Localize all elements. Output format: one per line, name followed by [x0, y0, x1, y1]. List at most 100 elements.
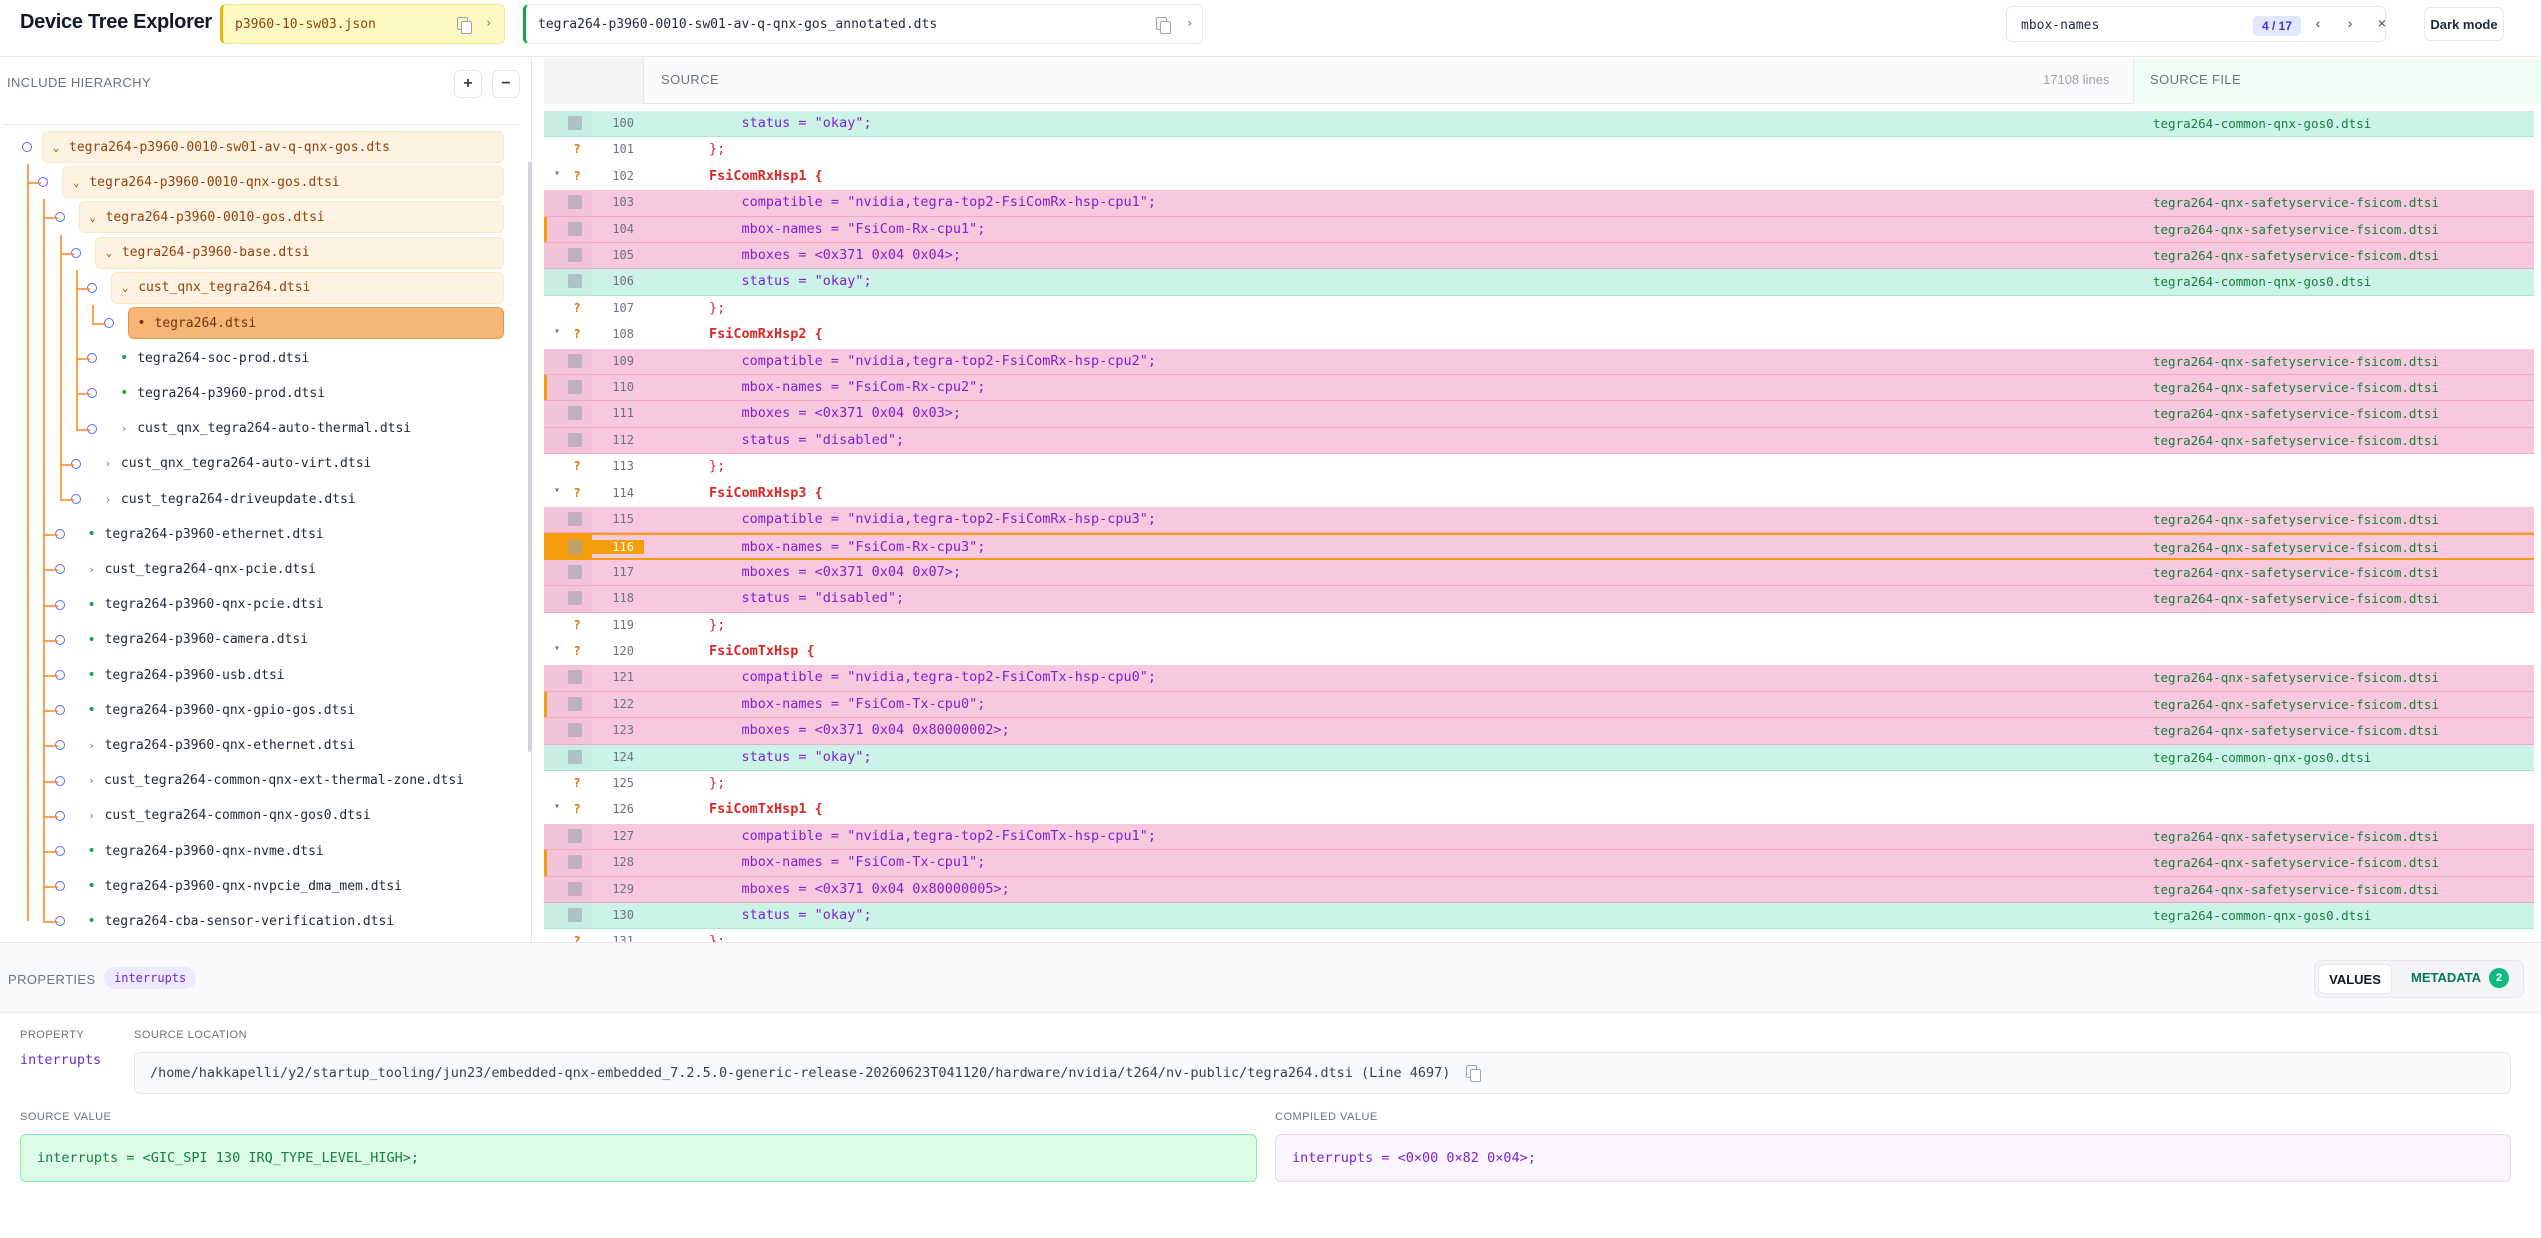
tree-node[interactable]: • tegra264-p3960-qnx-nvme.dtsi [79, 835, 464, 867]
line-source-file[interactable]: tegra264-qnx-safetyservice-fsicom.dtsi [2153, 697, 2439, 712]
tree-node[interactable]: • tegra264-p3960-qnx-gpio-gos.dtsi [79, 694, 464, 726]
line-source-file[interactable]: tegra264-qnx-safetyservice-fsicom.dtsi [2153, 248, 2439, 263]
source-line[interactable]: 128 mbox-names = "FsiCom-Tx-cpu1"; tegra2… [544, 850, 2534, 877]
tree-node[interactable]: • tegra264-p3960-ethernet.dtsi [79, 518, 464, 550]
source-line[interactable]: ? ▾ 108 FsiComRxHsp2 { [544, 322, 2534, 349]
chevron-right-icon[interactable]: › [85, 774, 98, 787]
tree-node[interactable]: › tegra264-p3960-qnx-ethernet.dtsi [79, 729, 464, 761]
previous-match-icon[interactable]: ‹ [2309, 15, 2327, 31]
tree-node[interactable]: • tegra264-p3960-qnx-nvpcie_dma_mem.dtsi [79, 870, 464, 902]
line-source-file[interactable]: tegra264-qnx-safetyservice-fsicom.dtsi [2153, 354, 2439, 369]
source-line[interactable]: 105 mboxes = <0x371 0x04 0x04>; tegra264-… [544, 243, 2534, 270]
right-file-selector[interactable]: tegra264-p3960-0010-sw01-av-q-qnx-gos_an… [523, 4, 1203, 44]
line-source-file[interactable]: tegra264-qnx-safetyservice-fsicom.dtsi [2153, 512, 2439, 527]
chevron-right-icon[interactable]: › [485, 16, 492, 30]
tree-node[interactable]: ⌄ tegra264-p3960-0010-qnx-gos.dtsi [62, 166, 504, 199]
source-line[interactable]: ? ▾ 114 FsiComRxHsp3 { [544, 480, 2534, 507]
source-line[interactable]: ? ▾ 120 FsiComTxHsp { [544, 639, 2534, 666]
line-source-file[interactable]: tegra264-qnx-safetyservice-fsicom.dtsi [2153, 565, 2439, 580]
copy-icon[interactable] [1156, 17, 1171, 34]
chevron-down-icon[interactable]: ⌄ [86, 211, 100, 224]
tree-node[interactable]: • tegra264-p3960-qnx-pcie.dtsi [79, 589, 464, 621]
tree-node[interactable]: › cust_qnx_tegra264-auto-thermal.dtsi [111, 413, 464, 445]
source-line[interactable]: 123 mboxes = <0x371 0x04 0x80000002>; teg… [544, 718, 2534, 745]
tab-values[interactable]: VALUES [2318, 964, 2392, 994]
chevron-down-icon[interactable]: ⌄ [118, 281, 132, 294]
source-line[interactable]: ? 125 }; [544, 771, 2534, 798]
line-source-file[interactable]: tegra264-qnx-safetyservice-fsicom.dtsi [2153, 591, 2439, 606]
chevron-right-icon[interactable]: › [117, 422, 131, 435]
source-line[interactable]: 127 compatible = "nvidia,tegra-top2-FsiC… [544, 823, 2534, 851]
tree-node[interactable]: ⌄ tegra264-p3960-0010-gos.dtsi [78, 201, 504, 234]
current-match-line[interactable]: 116 mbox-names = "FsiCom-Rx-cpu3"; tegra2… [544, 533, 2534, 560]
tree-node[interactable]: ⌄ tegra264-p3960-base.dtsi [94, 236, 504, 269]
tree-node[interactable]: • tegra264-cba-sensor-verification.dtsi [79, 905, 464, 937]
line-source-file[interactable]: tegra264-qnx-safetyservice-fsicom.dtsi [2153, 723, 2439, 738]
tree-node[interactable]: • tegra264.dtsi [127, 307, 504, 339]
fold-toggle-icon[interactable]: ▾ [554, 485, 560, 496]
copy-icon[interactable] [1466, 1065, 1482, 1082]
fold-toggle-icon[interactable]: ▾ [554, 168, 560, 179]
line-source-file[interactable]: tegra264-common-qnx-gos0.dtsi [2153, 750, 2371, 765]
source-line[interactable]: 115 compatible = "nvidia,tegra-top2-FsiC… [544, 507, 2534, 534]
source-line[interactable]: 103 compatible = "nvidia,tegra-top2-FsiC… [544, 190, 2534, 217]
source-line[interactable]: ? 101 }; [544, 137, 2534, 164]
source-line[interactable]: ? 131 }; [544, 929, 2534, 942]
tree-node[interactable]: › cust_tegra264-common-qnx-gos0.dtsi [79, 800, 464, 832]
source-line[interactable]: ? ▾ 126 FsiComTxHsp1 { [544, 797, 2534, 824]
source-line[interactable]: ? 119 }; [544, 612, 2534, 639]
tree-node[interactable]: › cust_tegra264-common-qnx-ext-thermal-zo… [79, 765, 464, 797]
left-file-selector[interactable]: p3960-10-sw03.json › [220, 4, 505, 44]
source-line[interactable]: 118 status = "disabled"; tegra264-qnx-saf… [544, 586, 2534, 613]
fold-toggle-icon[interactable]: ▾ [554, 643, 560, 654]
source-line[interactable]: ? 107 }; [544, 295, 2534, 323]
fold-toggle-icon[interactable]: ▾ [554, 326, 560, 337]
source-line[interactable]: 117 mboxes = <0x371 0x04 0x07>; tegra264-… [544, 559, 2534, 587]
sidebar-scrollbar[interactable] [528, 162, 532, 752]
tab-metadata[interactable]: METADATA [2411, 970, 2481, 985]
dark-mode-button[interactable]: Dark mode [2424, 7, 2504, 41]
tree-node[interactable]: • tegra264-soc-prod.dtsi [111, 342, 464, 374]
selected-property-pill[interactable]: interrupts [104, 967, 197, 989]
source-line[interactable]: 110 mbox-names = "FsiCom-Rx-cpu2"; tegra2… [544, 375, 2534, 402]
source-line[interactable]: 112 status = "disabled"; tegra264-qnx-saf… [544, 427, 2534, 455]
next-match-icon[interactable]: › [2341, 15, 2359, 31]
source-line[interactable]: 100 status = "okay"; tegra264-common-qnx-… [544, 111, 2534, 138]
chevron-right-icon[interactable]: › [85, 809, 99, 822]
fold-toggle-icon[interactable]: ▾ [554, 801, 560, 812]
line-source-file[interactable]: tegra264-common-qnx-gos0.dtsi [2153, 274, 2371, 289]
chevron-right-icon[interactable]: › [101, 457, 115, 470]
chevron-down-icon[interactable]: ⌄ [102, 246, 116, 259]
source-line[interactable]: 104 mbox-names = "FsiCom-Rx-cpu1"; tegra2… [544, 216, 2534, 243]
search-box[interactable]: mbox-names 4 / 17 ‹ › × [2006, 6, 2386, 42]
source-line[interactable]: 129 mboxes = <0x371 0x04 0x80000005>; teg… [544, 876, 2534, 903]
source-line[interactable]: 130 status = "okay"; tegra264-common-qnx-… [544, 903, 2534, 930]
chevron-right-icon[interactable]: › [85, 739, 99, 752]
tree-node[interactable]: › cust_tegra264-driveupdate.dtsi [95, 483, 464, 515]
source-line[interactable]: 121 compatible = "nvidia,tegra-top2-FsiC… [544, 665, 2534, 692]
line-source-file[interactable]: tegra264-qnx-safetyservice-fsicom.dtsi [2153, 380, 2439, 395]
clear-search-icon[interactable]: × [2373, 15, 2391, 31]
line-source-file[interactable]: tegra264-qnx-safetyservice-fsicom.dtsi [2153, 222, 2439, 237]
source-line[interactable]: 122 mbox-names = "FsiCom-Tx-cpu0"; tegra2… [544, 691, 2534, 719]
tree-node[interactable]: ⌄ tegra264-p3960-0010-sw01-av-q-qnx-gos.d… [42, 131, 504, 163]
tree-node[interactable]: ⌄ cust_qnx_tegra264.dtsi [111, 271, 504, 304]
source-line[interactable]: 124 status = "okay"; tegra264-common-qnx-… [544, 744, 2534, 771]
tree-node[interactable]: • tegra264-p3960-prod.dtsi [111, 377, 464, 409]
line-source-file[interactable]: tegra264-qnx-safetyservice-fsicom.dtsi [2153, 406, 2439, 421]
chevron-down-icon[interactable]: ⌄ [69, 176, 83, 189]
search-input[interactable]: mbox-names [2021, 18, 2099, 33]
tree-node[interactable]: • tegra264-p3960-usb.dtsi [79, 659, 464, 691]
tree-node[interactable]: • tegra264-p3960-camera.dtsi [79, 624, 464, 656]
source-line[interactable]: ? 113 }; [544, 454, 2534, 481]
line-source-file[interactable]: tegra264-qnx-safetyservice-fsicom.dtsi [2153, 855, 2439, 870]
chevron-right-icon[interactable]: › [1186, 16, 1193, 30]
line-source-file[interactable]: tegra264-qnx-safetyservice-fsicom.dtsi [2153, 670, 2439, 685]
chevron-right-icon[interactable]: › [101, 493, 115, 506]
line-source-file[interactable]: tegra264-qnx-safetyservice-fsicom.dtsi [2153, 882, 2439, 897]
line-source-file[interactable]: tegra264-qnx-safetyservice-fsicom.dtsi [2153, 829, 2439, 844]
line-source-file[interactable]: tegra264-qnx-safetyservice-fsicom.dtsi [2153, 195, 2439, 210]
tree-node[interactable]: › cust_tegra264-qnx-pcie.dtsi [79, 553, 464, 585]
collapse-all-button[interactable]: − [492, 70, 520, 98]
chevron-down-icon[interactable]: ⌄ [49, 141, 63, 154]
